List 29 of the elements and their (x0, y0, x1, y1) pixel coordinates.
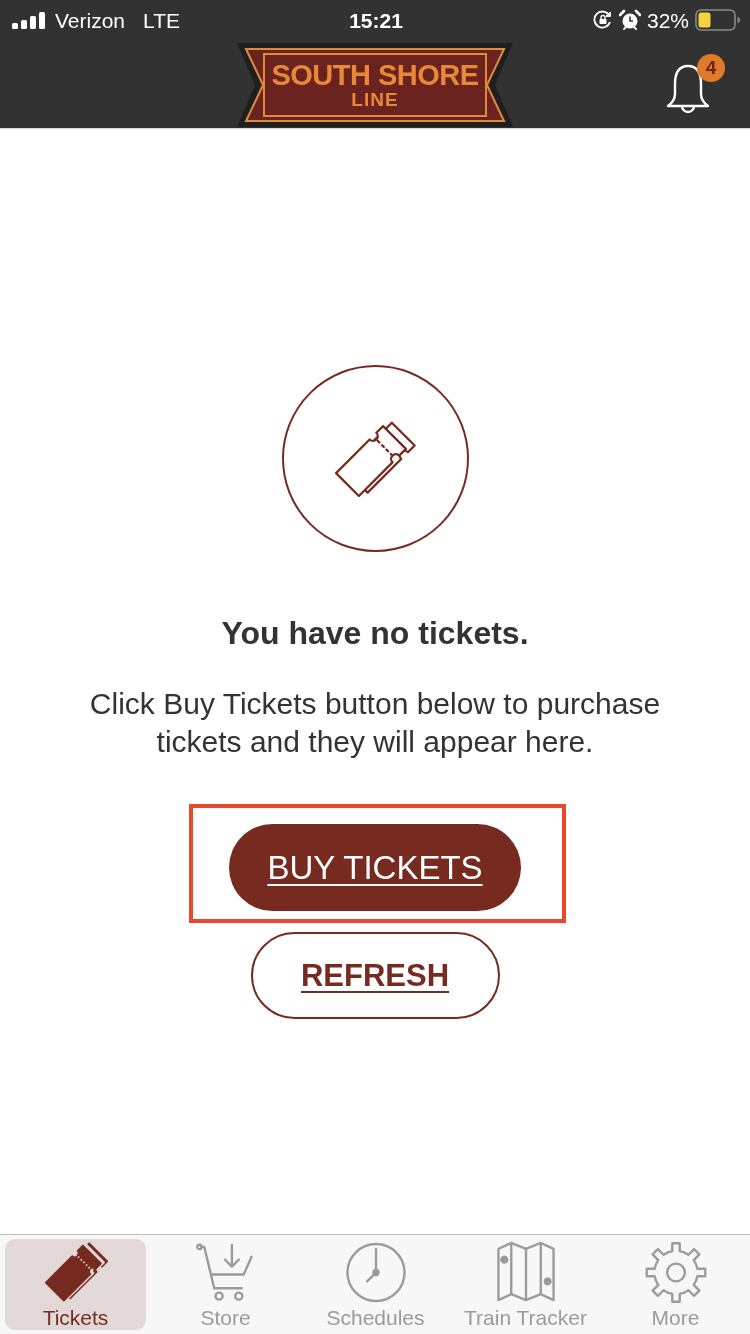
clock-icon (343, 1241, 408, 1304)
tab-label: More (651, 1306, 700, 1330)
tab-label: Train Tracker (464, 1306, 587, 1330)
tab-bar-item[interactable]: More (605, 1239, 746, 1330)
tab-bar-item[interactable]: Schedules (305, 1239, 446, 1330)
tab-label: Schedules (326, 1306, 425, 1330)
logo-text: LINE (351, 90, 399, 109)
battery-percent: 32% (646, 9, 689, 31)
status-time: 15:21 (349, 9, 403, 31)
carrier-name: Verizon (55, 9, 126, 31)
empty-message: Click Buy Tickets button below to purchase tickets and they will appear here. (88, 686, 662, 760)
notifications-button[interactable]: 4 (666, 52, 726, 116)
rotation-lock-icon (592, 10, 613, 30)
alarm-icon (618, 9, 641, 31)
network-type: LTE (143, 9, 180, 31)
ticket-icon (43, 1241, 108, 1304)
empty-title: You have no tickets. (221, 614, 529, 652)
notification-badge: 4 (697, 54, 725, 82)
tab-bar-item[interactable]: Store (155, 1239, 296, 1330)
logo-text: SOUTH SHORE (271, 61, 479, 90)
tab-bar-item[interactable]: Train Tracker (455, 1239, 596, 1330)
battery-icon (695, 9, 740, 31)
tab-bar-item[interactable]: Tickets (5, 1239, 146, 1330)
buy-button[interactable]: BUY TICKETS (229, 824, 521, 911)
signal-icon (12, 11, 47, 29)
gear-icon (643, 1241, 708, 1304)
tab-label: Tickets (42, 1306, 109, 1330)
refresh-button[interactable]: REFRESH (250, 932, 500, 1019)
tab-label: Store (200, 1306, 251, 1330)
